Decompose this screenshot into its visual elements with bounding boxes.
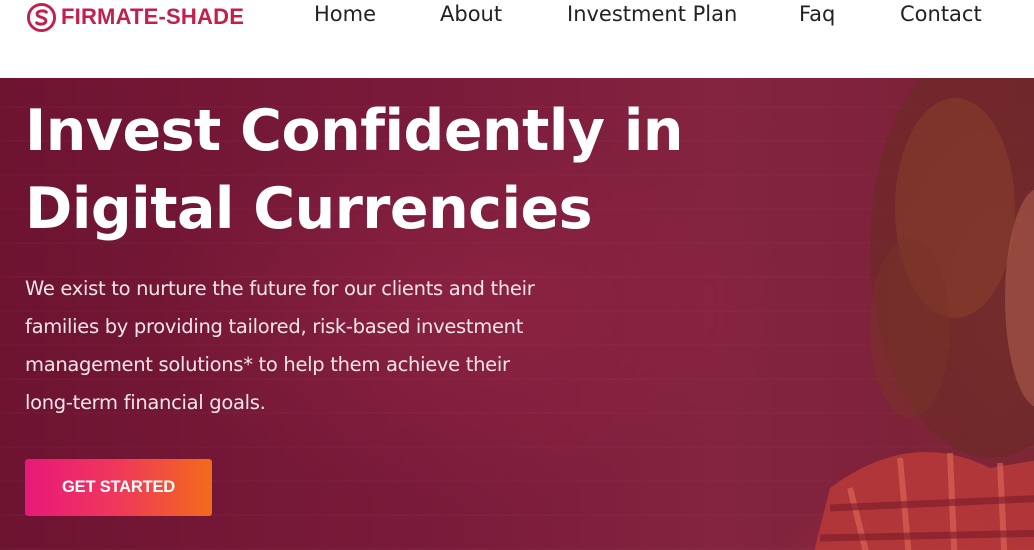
main-nav: Home About Investment Plan Faq Contact (0, 0, 1034, 32)
nav-about[interactable]: About (440, 2, 502, 26)
nav-contact[interactable]: Contact (900, 2, 982, 26)
nav-faq[interactable]: Faq (799, 2, 835, 26)
site-header: FIRMATE-SHADE Home About Investment Plan… (0, 0, 1034, 78)
hero-description: We exist to nurture the future for our c… (25, 277, 535, 414)
nav-home[interactable]: Home (314, 2, 376, 26)
hero-title-line-2: Digital Currencies (25, 176, 593, 242)
get-started-button[interactable]: GET STARTED (25, 459, 212, 516)
nav-investment-plan[interactable]: Investment Plan (567, 2, 737, 26)
hero-woman-image (814, 78, 1034, 550)
hero-title: Invest Confidently in Digital Currencies (25, 92, 745, 248)
hero-title-line-1: Invest Confidently in (25, 98, 683, 164)
hero-section: Invest Confidently in Digital Currencies… (0, 78, 1034, 550)
